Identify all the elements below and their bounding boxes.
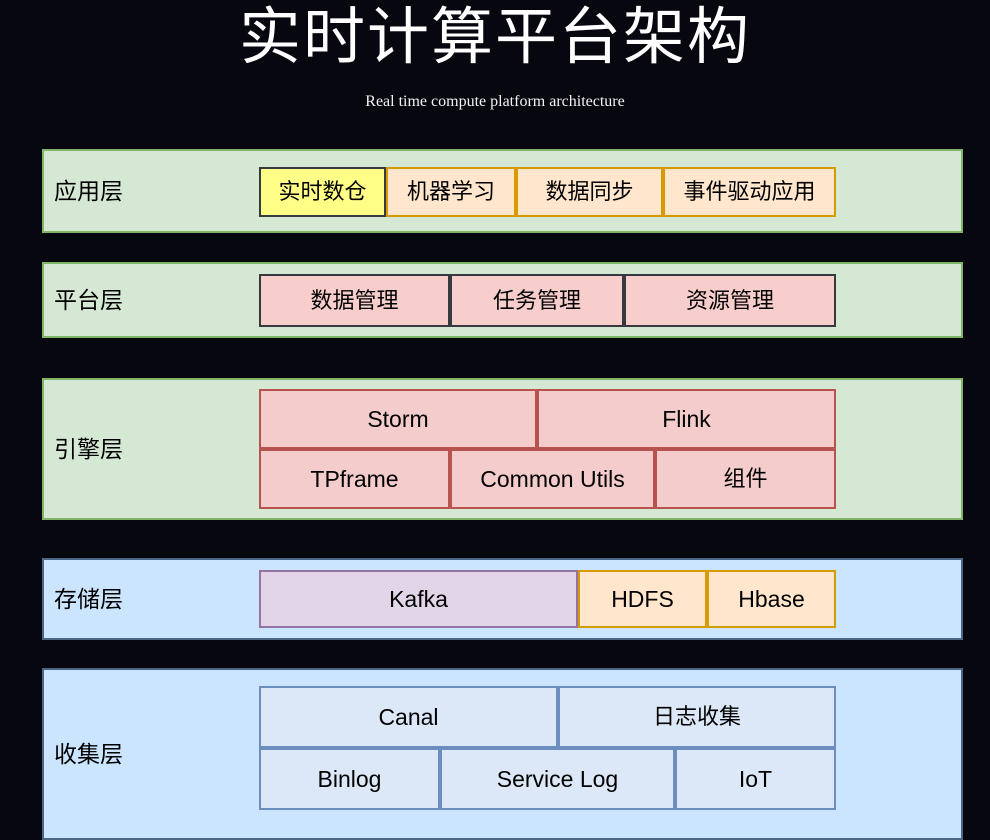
layer-label-application: 应用层	[54, 178, 123, 204]
component-box-storage-0-0[interactable]: Kafka	[259, 570, 578, 628]
layer-band-storage: 存储层 Kafka HDFS Hbase	[42, 558, 963, 640]
layer-band-engine: 引擎层 Storm Flink TPframe Common Utils 组件	[42, 378, 963, 520]
component-box-platform-0-2[interactable]: 资源管理	[624, 274, 836, 327]
component-box-application-0-2[interactable]: 数据同步	[516, 167, 663, 217]
diagram-canvas: 实时计算平台架构 Real time compute platform arch…	[0, 0, 990, 840]
component-box-engine-0-1[interactable]: Flink	[537, 389, 836, 449]
component-box-collection-1-1[interactable]: Service Log	[440, 748, 675, 810]
component-box-collection-0-0[interactable]: Canal	[259, 686, 558, 748]
component-box-platform-0-1[interactable]: 任务管理	[450, 274, 624, 327]
component-box-application-0-0[interactable]: 实时数仓	[259, 167, 386, 217]
component-box-engine-0-0[interactable]: Storm	[259, 389, 537, 449]
component-box-collection-1-0[interactable]: Binlog	[259, 748, 440, 810]
component-box-engine-1-0[interactable]: TPframe	[259, 449, 450, 509]
component-box-collection-1-2[interactable]: IoT	[675, 748, 836, 810]
layer-label-platform: 平台层	[54, 287, 123, 313]
component-box-application-0-3[interactable]: 事件驱动应用	[663, 167, 836, 217]
component-box-application-0-1[interactable]: 机器学习	[386, 167, 516, 217]
component-box-engine-1-1[interactable]: Common Utils	[450, 449, 655, 509]
page-subtitle: Real time compute platform architecture	[365, 93, 625, 110]
layer-label-engine: 引擎层	[54, 436, 123, 462]
layer-band-platform: 平台层 数据管理 任务管理 资源管理	[42, 262, 963, 338]
component-box-storage-0-1[interactable]: HDFS	[578, 570, 707, 628]
layer-band-collection: 收集层 Canal 日志收集 Binlog Service Log IoT	[42, 668, 963, 840]
layer-band-application: 应用层 实时数仓 机器学习 数据同步 事件驱动应用	[42, 149, 963, 233]
component-box-storage-0-2[interactable]: Hbase	[707, 570, 836, 628]
component-box-collection-0-1[interactable]: 日志收集	[558, 686, 836, 748]
layer-label-storage: 存储层	[54, 586, 123, 612]
component-box-platform-0-0[interactable]: 数据管理	[259, 274, 450, 327]
page-title: 实时计算平台架构	[238, 4, 751, 72]
layer-label-collection: 收集层	[54, 741, 123, 767]
component-box-engine-1-2[interactable]: 组件	[655, 449, 836, 509]
